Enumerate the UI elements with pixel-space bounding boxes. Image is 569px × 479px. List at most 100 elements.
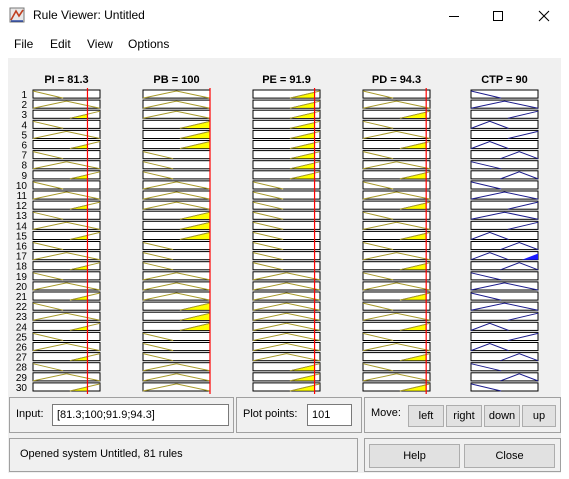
control-area: Input: [81.3;100;91.9;94.3] Plot points:… xyxy=(8,394,561,473)
mf-box xyxy=(142,160,211,170)
mf-box xyxy=(470,382,539,392)
mf-box xyxy=(470,200,539,210)
column-label: PD = 94.3 xyxy=(372,74,421,86)
app-icon xyxy=(9,7,25,23)
mf-box xyxy=(252,180,321,190)
column-label: PI = 81.3 xyxy=(44,74,88,86)
column-label: PB = 100 xyxy=(153,74,199,86)
plot-points-field[interactable]: 101 xyxy=(307,404,352,426)
mf-box xyxy=(362,150,431,160)
rule-number: 30 xyxy=(16,383,28,394)
mf-box xyxy=(362,271,431,281)
help-button[interactable]: Help xyxy=(369,444,460,468)
mf-box xyxy=(142,342,211,352)
mf-box xyxy=(32,382,101,392)
input-label: Input: xyxy=(16,408,44,420)
move-panel: Move: left right down up xyxy=(364,397,561,433)
mf-box xyxy=(32,271,101,281)
status-panel: Opened system Untitled, 81 rules xyxy=(9,438,358,472)
mf-box xyxy=(470,291,539,301)
mf-box xyxy=(32,150,101,160)
mf-box xyxy=(32,230,101,240)
mf-box xyxy=(362,89,431,99)
window-frame-bottom xyxy=(0,473,569,479)
mf-box xyxy=(470,311,539,321)
menu-bar: File Edit View Options xyxy=(0,31,569,58)
menu-edit[interactable]: Edit xyxy=(50,37,71,51)
move-up-button[interactable]: up xyxy=(522,405,556,427)
window-frame-left xyxy=(0,31,8,479)
mf-box xyxy=(32,241,101,251)
mf-box xyxy=(362,301,431,311)
mf-box xyxy=(32,301,101,311)
move-label: Move: xyxy=(371,407,401,419)
rule-plot-svg: PI = 81.3 PB = 100 PE = 91.9 PD = 94.3 CTP =… xyxy=(16,74,539,394)
input-panel: Input: [81.3;100;91.9;94.3] xyxy=(9,397,234,433)
column-label: PE = 91.9 xyxy=(262,74,311,86)
mf-box xyxy=(470,160,539,170)
mf-box xyxy=(470,362,539,372)
mf-box xyxy=(470,180,539,190)
title-bar: Rule Viewer: Untitled xyxy=(0,0,569,31)
mf-box xyxy=(32,89,101,99)
mf-box xyxy=(470,89,539,99)
maximize-icon xyxy=(493,10,503,21)
menu-view[interactable]: View xyxy=(87,37,113,51)
mf-box xyxy=(470,220,539,230)
mf-box xyxy=(252,251,321,261)
mf-box xyxy=(142,170,211,180)
maximize-button[interactable] xyxy=(475,0,521,31)
mf-box xyxy=(142,150,211,160)
mf-box xyxy=(252,230,321,240)
mf-box xyxy=(32,200,101,210)
mf-box xyxy=(142,241,211,251)
mf-box xyxy=(252,241,321,251)
plot-points-panel: Plot points: 101 xyxy=(236,397,362,433)
mf-box xyxy=(32,170,101,180)
close-button[interactable] xyxy=(521,0,567,31)
minimize-button[interactable] xyxy=(431,0,477,31)
mf-box xyxy=(362,241,431,251)
move-right-button[interactable]: right xyxy=(446,405,482,427)
plot-points-label: Plot points: xyxy=(243,408,298,420)
window-frame-right xyxy=(561,31,569,479)
mf-box xyxy=(32,291,101,301)
mf-box xyxy=(32,210,101,220)
action-panel: Help Close xyxy=(364,438,561,472)
close-icon xyxy=(538,10,550,21)
close-dialog-button[interactable]: Close xyxy=(464,444,555,468)
mf-box xyxy=(362,119,431,129)
mf-box xyxy=(32,261,101,271)
window-title: Rule Viewer: Untitled xyxy=(33,8,145,22)
minimize-icon xyxy=(449,15,459,17)
mf-box xyxy=(470,331,539,341)
mf-box xyxy=(142,352,211,362)
mf-box xyxy=(32,331,101,341)
status-text: Opened system Untitled, 81 rules xyxy=(20,448,183,460)
mf-box xyxy=(32,109,101,119)
mf-box xyxy=(142,331,211,341)
input-field[interactable]: [81.3;100;91.9;94.3] xyxy=(52,404,229,426)
mf-box xyxy=(362,362,431,372)
mf-box xyxy=(252,200,321,210)
mf-box xyxy=(252,190,321,200)
mf-box xyxy=(142,261,211,271)
mf-box xyxy=(470,271,539,281)
rule-plot-area[interactable]: PI = 81.3 PB = 100 PE = 91.9 PD = 94.3 CTP =… xyxy=(8,58,561,394)
menu-file[interactable]: File xyxy=(14,37,33,51)
mf-box xyxy=(32,321,101,331)
mf-box xyxy=(32,119,101,129)
mf-box xyxy=(32,362,101,372)
move-down-button[interactable]: down xyxy=(484,405,520,427)
mf-box xyxy=(32,352,101,362)
mf-box xyxy=(32,180,101,190)
mf-box xyxy=(252,261,321,271)
mf-box xyxy=(252,220,321,230)
mf-box xyxy=(470,109,539,119)
mf-box xyxy=(32,140,101,150)
mf-box xyxy=(362,180,431,190)
mf-box xyxy=(362,331,431,341)
mf-box xyxy=(362,210,431,220)
move-left-button[interactable]: left xyxy=(408,405,444,427)
menu-options[interactable]: Options xyxy=(128,37,169,51)
